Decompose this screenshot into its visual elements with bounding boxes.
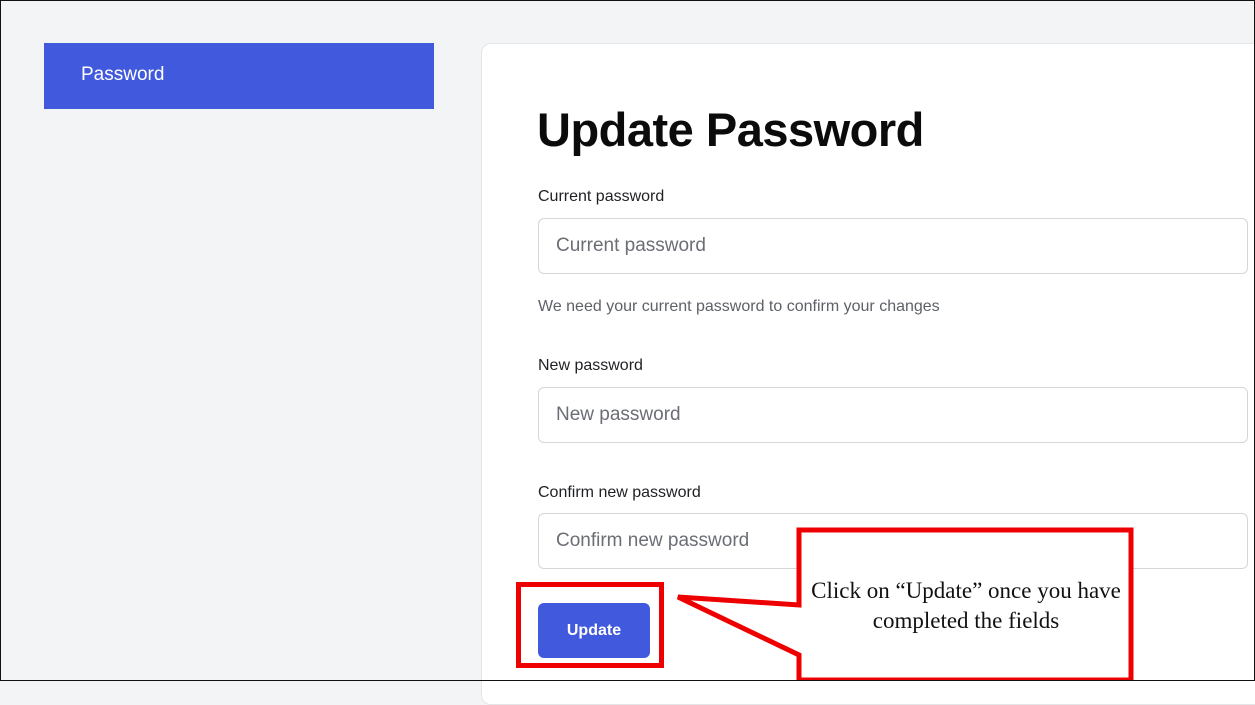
- callout-text: Click on “Update” once you have complete…: [811, 578, 1121, 633]
